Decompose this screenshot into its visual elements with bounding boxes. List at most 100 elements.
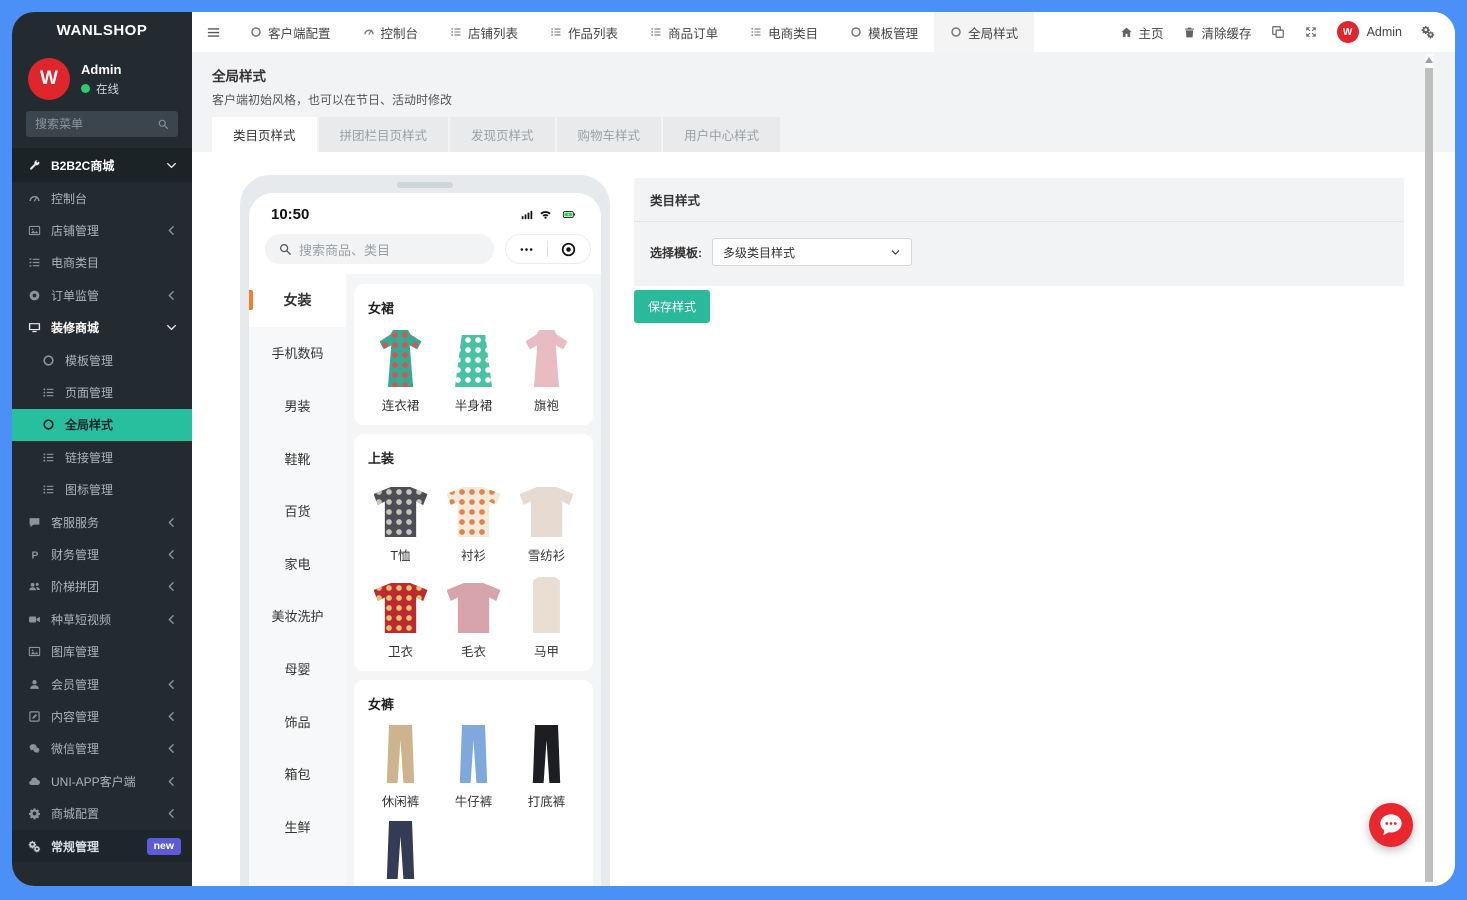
- sidebar-item-控制台[interactable]: 控制台: [12, 182, 192, 214]
- user-menu[interactable]: W Admin: [1337, 21, 1402, 43]
- customer-service-fab[interactable]: [1369, 803, 1413, 847]
- scrollbar-thumb[interactable]: [1425, 68, 1433, 882]
- sidebar-item-页面管理[interactable]: 页面管理: [12, 376, 192, 408]
- monitor-icon: [27, 321, 42, 334]
- chevron-left-icon: [164, 807, 179, 820]
- phone-category-百货[interactable]: 百货: [249, 484, 346, 537]
- product-item-牛仔裤[interactable]: 牛仔裤: [437, 725, 510, 806]
- phone-category-鞋靴[interactable]: 鞋靴: [249, 432, 346, 485]
- page-scrollbar[interactable]: [1425, 54, 1433, 886]
- miniprogram-capsule[interactable]: [505, 234, 591, 264]
- more-dots-icon: [519, 242, 534, 257]
- sidebar-item-财务管理[interactable]: P财务管理: [12, 538, 192, 570]
- sidebar-item-label: UNI-APP客户端: [51, 773, 136, 790]
- sidebar-item-B2B2C商城[interactable]: B2B2C商城: [12, 148, 192, 182]
- phone-category-男装[interactable]: 男装: [249, 379, 346, 432]
- product-item-休闲裤[interactable]: 休闲裤: [364, 725, 437, 806]
- sidebar-item-链接管理[interactable]: 链接管理: [12, 441, 192, 473]
- product-item-T恤[interactable]: T恤: [364, 479, 437, 560]
- sidebar-item-会员管理[interactable]: 会员管理: [12, 668, 192, 700]
- sidebar-item-UNI-APP客户端[interactable]: UNI-APP客户端: [12, 765, 192, 797]
- page-tab-拼团栏目页样式[interactable]: 拼团栏目页样式: [319, 117, 449, 152]
- product-image: [456, 725, 492, 783]
- sidebar-item-全局样式[interactable]: 全局样式: [12, 409, 192, 441]
- sidebar-search-input[interactable]: [35, 117, 157, 131]
- phone-category-饰品[interactable]: 饰品: [249, 695, 346, 748]
- nav-tab-作品列表[interactable]: 作品列表: [534, 12, 634, 52]
- product-item-马甲[interactable]: 马甲: [510, 575, 583, 656]
- product-item-半身裙[interactable]: 半身裙: [437, 329, 510, 410]
- sidebar-item-label: 全局样式: [65, 416, 113, 433]
- phone-category-生鲜[interactable]: 生鲜: [249, 800, 346, 853]
- product-item-连衣裙[interactable]: 连衣裙: [364, 329, 437, 410]
- sidebar-item-label: 链接管理: [65, 449, 113, 466]
- sidebar-item-店铺管理[interactable]: 店铺管理: [12, 214, 192, 246]
- save-style-button[interactable]: 保存样式: [634, 290, 710, 323]
- nav-tab-全局样式[interactable]: 全局样式: [934, 12, 1034, 52]
- phone-search-bar[interactable]: 搜索商品、类目: [265, 234, 494, 264]
- sidebar-item-label: 电商类目: [51, 254, 99, 271]
- chat-dots-icon: [1376, 810, 1406, 840]
- sidebar-item-图标管理[interactable]: 图标管理: [12, 474, 192, 506]
- product-image: [526, 329, 568, 387]
- page-tab-类目页样式[interactable]: 类目页样式: [212, 117, 317, 152]
- sidebar-item-装修商城[interactable]: 装修商城: [12, 312, 192, 344]
- sidebar-item-商城配置[interactable]: 商城配置: [12, 797, 192, 829]
- product-image: [529, 725, 565, 783]
- nav-tab-商品订单[interactable]: 商品订单: [634, 12, 734, 52]
- sidebar-item-电商类目[interactable]: 电商类目: [12, 247, 192, 279]
- product-item-旗袍[interactable]: 旗袍: [510, 329, 583, 410]
- sidebar-item-种草短视频[interactable]: 种草短视频: [12, 603, 192, 635]
- menu-toggle-button[interactable]: [192, 12, 234, 52]
- phone-category-家电[interactable]: 家电: [249, 537, 346, 590]
- page-tab-用户中心样式[interactable]: 用户中心样式: [663, 117, 780, 152]
- sidebar-item-客服服务[interactable]: 客服服务: [12, 506, 192, 538]
- tshirt-shape-icon: [447, 583, 501, 633]
- nav-tab-模板管理[interactable]: 模板管理: [834, 12, 934, 52]
- phone-category-箱包[interactable]: 箱包: [249, 747, 346, 800]
- sidebar-item-阶梯拼团[interactable]: 阶梯拼团: [12, 571, 192, 603]
- product-item[interactable]: [364, 821, 437, 886]
- nav-tab-店铺列表[interactable]: 店铺列表: [434, 12, 534, 52]
- avatar[interactable]: W: [28, 58, 70, 100]
- nav-tab-电商类目[interactable]: 电商类目: [734, 12, 834, 52]
- scrollbar-up-arrow-icon[interactable]: [1425, 57, 1433, 63]
- settings-gears-icon[interactable]: [1421, 25, 1435, 39]
- product-item-衬衫[interactable]: 衬衫: [437, 479, 510, 560]
- copy-tabs-icon[interactable]: [1271, 25, 1285, 39]
- gauge-icon: [27, 192, 42, 205]
- sidebar-item-订单监管[interactable]: 订单监管: [12, 279, 192, 311]
- sidebar-item-微信管理[interactable]: 微信管理: [12, 733, 192, 765]
- template-select[interactable]: 多级类目样式: [712, 238, 912, 266]
- product-item-毛衣[interactable]: 毛衣: [437, 575, 510, 656]
- product-item-卫衣[interactable]: 卫衣: [364, 575, 437, 656]
- content-body: 10:50 搜索商品、类目: [192, 152, 1455, 886]
- page-tab-购物车样式[interactable]: 购物车样式: [557, 117, 662, 152]
- sidebar-item-图库管理[interactable]: 图库管理: [12, 635, 192, 667]
- sidebar-item-label: 财务管理: [51, 546, 99, 563]
- nav-tab-控制台[interactable]: 控制台: [347, 12, 435, 52]
- section-title: 上装: [364, 446, 583, 479]
- product-label: 休闲裤: [382, 791, 420, 806]
- sidebar-item-内容管理[interactable]: 内容管理: [12, 700, 192, 732]
- fullscreen-icon[interactable]: [1304, 25, 1318, 39]
- product-label: 马甲: [534, 641, 559, 656]
- sidebar-item-模板管理[interactable]: 模板管理: [12, 344, 192, 376]
- home-link[interactable]: 主页: [1120, 23, 1164, 42]
- pants-shape-icon: [456, 725, 492, 783]
- product-item-打底裤[interactable]: 打底裤: [510, 725, 583, 806]
- clear-cache-button[interactable]: 清除缓存: [1183, 23, 1252, 42]
- page-tab-发现页样式[interactable]: 发现页样式: [450, 117, 555, 152]
- phone-category-美妆洗护[interactable]: 美妆洗护: [249, 590, 346, 643]
- nav-tab-客户端配置[interactable]: 客户端配置: [234, 12, 347, 52]
- list-icon: [41, 483, 56, 496]
- app-window: WANLSHOP W Admin 在线 B2B2C商城控制台店铺管理电商类目订单…: [12, 12, 1455, 886]
- sidebar-item-常规管理[interactable]: 常规管理new: [12, 830, 192, 862]
- phone-category-母婴[interactable]: 母婴: [249, 642, 346, 695]
- circle-o-icon: [950, 26, 962, 38]
- phone-category-女装[interactable]: 女装: [249, 274, 346, 327]
- product-item-雪纺衫[interactable]: 雪纺衫: [510, 479, 583, 560]
- phone-category-手机数码[interactable]: 手机数码: [249, 327, 346, 380]
- product-label: 连衣裙: [382, 395, 420, 410]
- tshirt-shape-icon: [374, 487, 428, 537]
